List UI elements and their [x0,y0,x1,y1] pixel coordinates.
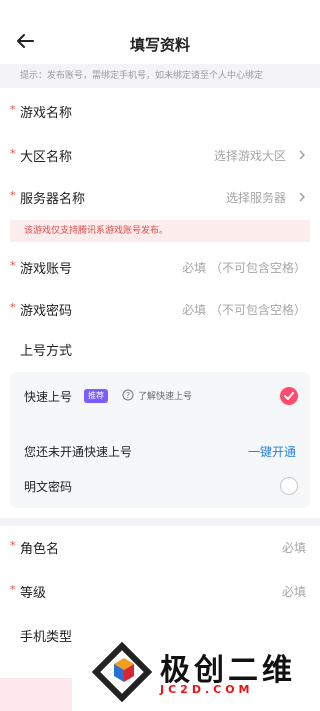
password-row: * 游戏密码 必填 （不可包含空格） [0,288,320,332]
phone-type-label: 手机类型 [20,630,73,645]
account-input[interactable]: 必填 （不可包含空格） [182,259,306,276]
login-method-label: 上号方式 [20,344,73,359]
region-label: 大区名称 [20,150,73,165]
plain-password-radio[interactable] [280,477,298,495]
account-label: 游戏账号 [20,262,73,277]
server-label: 服务器名称 [20,192,86,207]
section-divider [0,518,320,526]
login-method-row: 上号方式 [0,328,320,372]
quick-login-label: 快速上号 [24,390,73,404]
help-icon[interactable]: ? [122,389,134,401]
tencent-only-warning: 该游戏仅支持腾讯系游戏账号发布。 [10,220,310,242]
account-row: * 游戏账号 必填 （不可包含空格） [0,246,320,290]
top-bar: 填写资料 [0,0,320,64]
password-label: 游戏密码 [20,304,73,319]
region-select[interactable]: 选择游戏大区 [214,147,286,164]
required-mark: * [10,147,16,160]
enable-quick-login-link[interactable]: 一键开通 [248,443,296,460]
required-mark: * [10,259,16,272]
required-mark: * [10,103,16,116]
check-icon [284,392,294,400]
chevron-right-icon [299,192,305,202]
game-name-label: 游戏名称 [20,106,73,121]
required-mark: * [10,583,16,596]
role-name-input[interactable]: 必填 [282,539,306,556]
server-select[interactable]: 选择服务器 [226,189,286,206]
watermark-domain: JC2D.COM [160,683,254,696]
role-name-label: 角色名 [20,542,60,557]
required-mark: * [10,539,16,552]
bind-phone-hint: 提示：发布账号，需绑定手机号，如未绑定请至个人中心绑定 [0,64,320,88]
recommend-badge: 推荐 [84,389,108,403]
role-name-row: * 角色名 必填 [0,526,320,570]
level-input[interactable]: 必填 [282,583,306,600]
quick-login-help[interactable]: 了解快速上号 [138,389,192,402]
login-method-card: 快速上号 推荐 ? 了解快速上号 您还未开通快速上号 一键开通 明文密码 [10,372,310,508]
chevron-right-icon [299,150,305,160]
not-enabled-text: 您还未开通快速上号 [24,445,133,459]
region-row[interactable]: * 大区名称 选择游戏大区 [0,134,320,178]
page-title: 填写资料 [129,36,190,54]
svg-text:?: ? [126,391,130,400]
server-row[interactable]: * 服务器名称 选择服务器 [0,176,320,220]
bottom-bar-fragment [0,678,72,711]
required-mark: * [10,189,16,202]
plain-password-label: 明文密码 [24,480,73,494]
required-mark: * [10,301,16,314]
game-name-row: * 游戏名称 [0,90,320,134]
quick-login-radio-checked[interactable] [280,387,298,405]
level-row: * 等级 必填 [0,570,320,614]
password-input[interactable]: 必填 （不可包含空格） [182,301,306,318]
level-label: 等级 [20,586,47,601]
